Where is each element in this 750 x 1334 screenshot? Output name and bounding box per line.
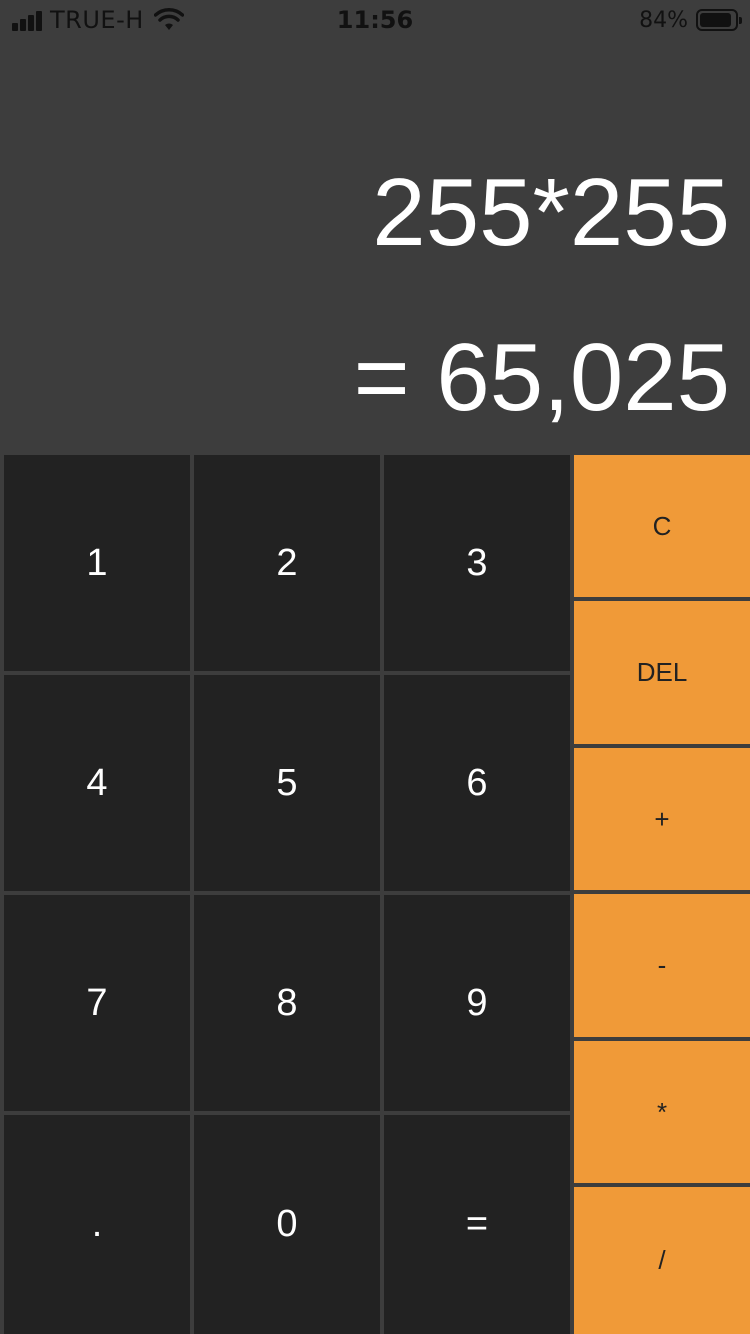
divide-button[interactable]: / [574, 1187, 750, 1334]
expression-text: 255*255 [372, 159, 730, 266]
key-equals[interactable]: = [384, 1115, 570, 1334]
battery-percent: 84% [639, 7, 688, 33]
key-1[interactable]: 1 [4, 455, 190, 671]
status-time: 11:56 [336, 6, 414, 34]
plus-button[interactable]: + [574, 748, 750, 890]
key-0[interactable]: 0 [194, 1115, 380, 1334]
key-decimal[interactable]: . [4, 1115, 190, 1334]
clear-button[interactable]: C [574, 455, 750, 597]
status-bar: TRUE-H 11:56 84% [0, 0, 750, 40]
status-right: 84% [639, 6, 742, 34]
key-8[interactable]: 8 [194, 895, 380, 1111]
key-6[interactable]: 6 [384, 675, 570, 891]
result-text: = 65,025 [353, 324, 730, 431]
key-2[interactable]: 2 [194, 455, 380, 671]
keypad: 1 2 3 4 5 6 7 8 9 . 0 = C DEL + - * / [0, 453, 750, 1334]
key-4[interactable]: 4 [4, 675, 190, 891]
key-3[interactable]: 3 [384, 455, 570, 671]
delete-button[interactable]: DEL [574, 601, 750, 744]
minus-button[interactable]: - [574, 894, 750, 1037]
multiply-button[interactable]: * [574, 1041, 750, 1183]
key-5[interactable]: 5 [194, 675, 380, 891]
calculator-display: 255*255 = 65,025 [0, 40, 750, 453]
key-7[interactable]: 7 [4, 895, 190, 1111]
battery-icon [696, 9, 742, 31]
key-9[interactable]: 9 [384, 895, 570, 1111]
